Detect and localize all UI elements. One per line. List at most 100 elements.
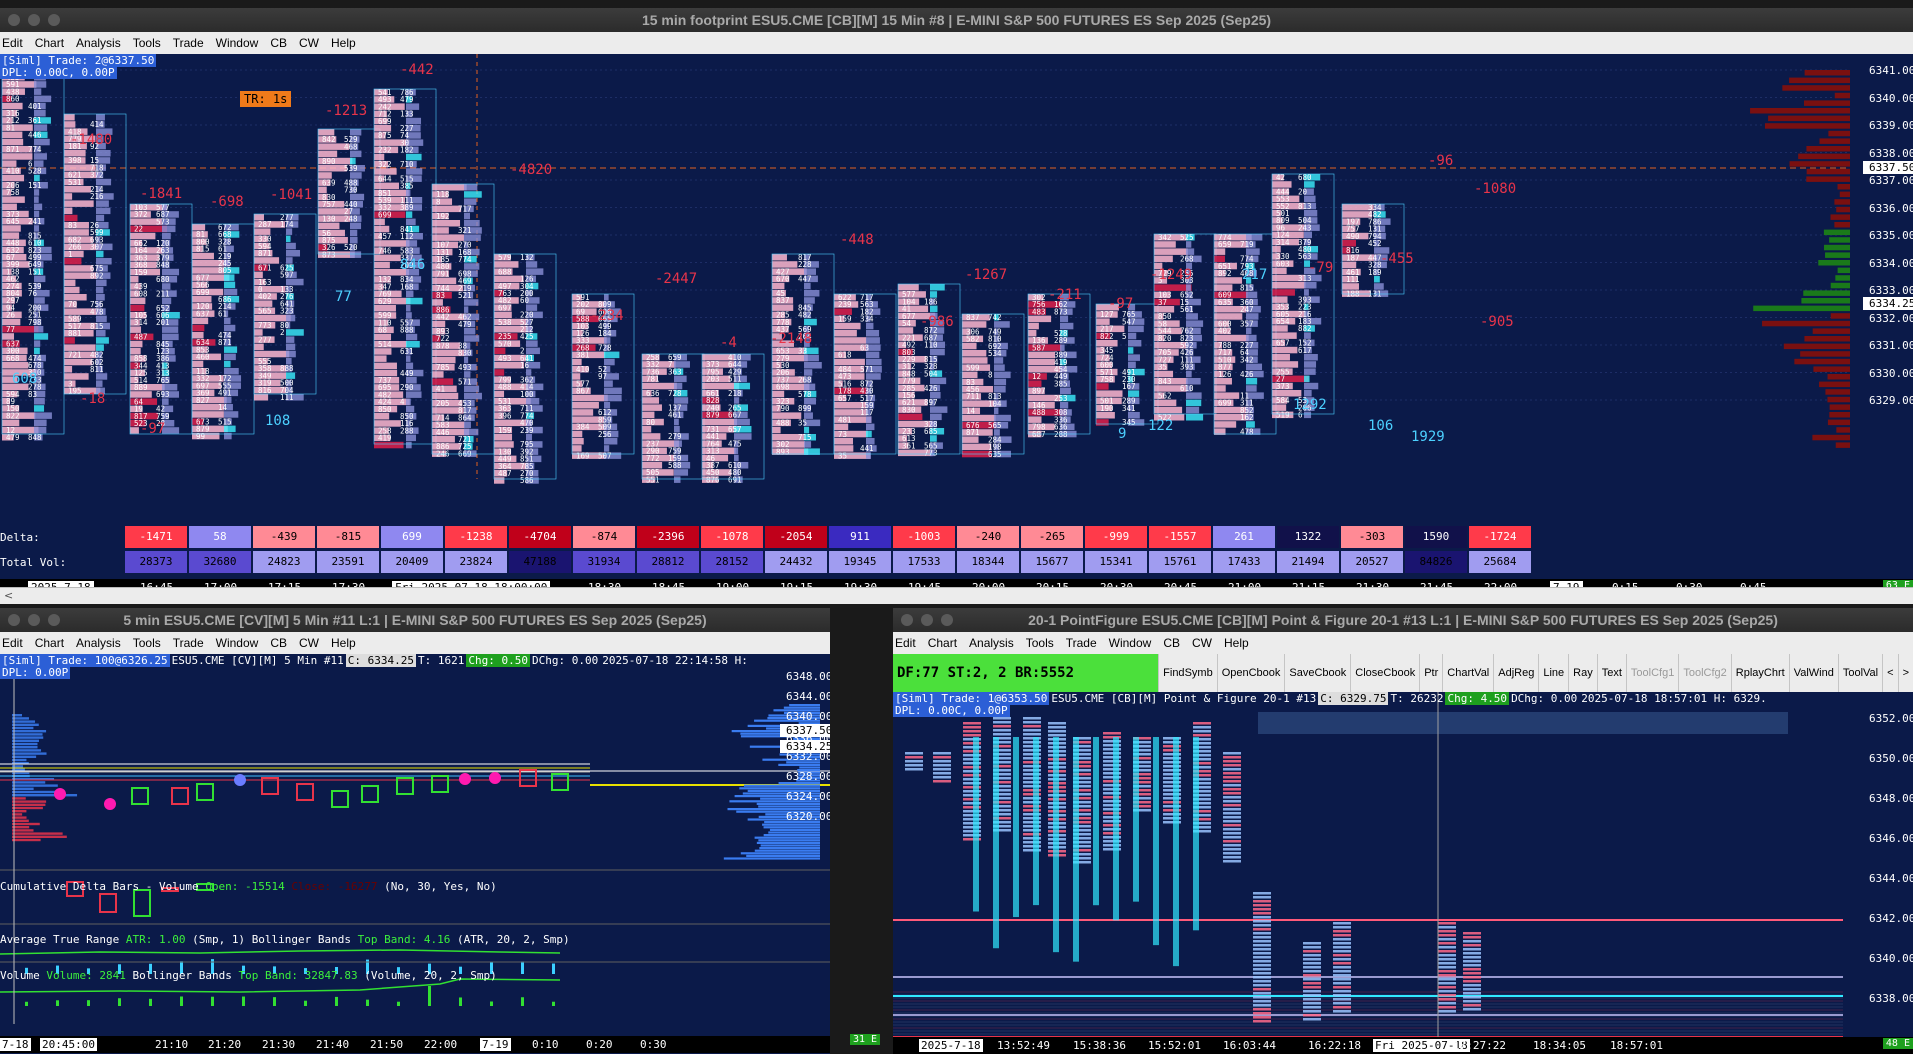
change-value: Chg: 0.50	[466, 654, 530, 667]
right-profile-bar	[769, 828, 820, 831]
svg-text:688: 688	[498, 267, 512, 276]
footprint-chart[interactable]: 4555914388604013162123618144687177464105…	[0, 54, 1913, 604]
volume-bar	[459, 997, 462, 1006]
volume-profile-bar	[1794, 358, 1850, 365]
toolbar-button-line[interactable]: Line	[1538, 654, 1568, 692]
menu-item-chart[interactable]: Chart	[35, 32, 64, 54]
menu-item-help[interactable]: Help	[331, 32, 356, 54]
menu-item-trade[interactable]: Trade	[1066, 632, 1097, 654]
menu-item-window[interactable]: Window	[216, 632, 259, 654]
toolbar-button-closecbook[interactable]: Close Cbook	[1350, 654, 1419, 692]
svg-text:241: 241	[28, 217, 42, 226]
window-controls[interactable]	[8, 614, 60, 626]
volume-profile-bar	[1828, 130, 1850, 137]
bar-delta-label: -2148	[770, 331, 813, 347]
volume-bar	[118, 998, 121, 1006]
menu-item-trade[interactable]: Trade	[173, 632, 204, 654]
svg-text:441: 441	[860, 444, 874, 453]
svg-text:216: 216	[90, 192, 104, 201]
svg-text:401: 401	[28, 102, 42, 111]
volume-cell: 25684	[1469, 551, 1531, 573]
menu-item-tools[interactable]: Tools	[133, 632, 161, 654]
svg-text:80: 80	[646, 418, 656, 427]
pf-box	[973, 737, 979, 912]
window-controls[interactable]	[8, 14, 60, 26]
menu-item-trade[interactable]: Trade	[173, 32, 204, 54]
point-figure-svg	[893, 692, 1843, 1053]
svg-text:815: 815	[1240, 283, 1254, 292]
right-profile-bar	[799, 766, 820, 769]
time-tick: 17:27:22	[1453, 1039, 1506, 1052]
volume-profile-bar	[1806, 176, 1850, 182]
next-arrow-icon[interactable]: >	[1897, 654, 1913, 692]
menu-item-edit[interactable]: Edit	[2, 632, 23, 654]
left-profile-bar	[12, 749, 42, 752]
svg-text:54: 54	[902, 319, 912, 328]
menu-item-tools[interactable]: Tools	[133, 32, 161, 54]
delta-cell: -2396	[637, 526, 699, 548]
svg-text:830: 830	[458, 349, 472, 358]
price-label: 6330.00	[1869, 366, 1913, 380]
menu-item-edit[interactable]: Edit	[2, 32, 23, 54]
svg-text:42: 42	[1276, 173, 1285, 182]
toolbar-button-toolval[interactable]: Tool Val	[1837, 654, 1882, 692]
horizontal-scrollbar[interactable]: <	[0, 587, 1913, 604]
toolbar-button-savecbook[interactable]: Save Cbook	[1284, 654, 1350, 692]
toolbar-button-rplaychrt[interactable]: Rplay Chrt	[1730, 654, 1789, 692]
menu-item-analysis[interactable]: Analysis	[969, 632, 1014, 654]
menu-item-cb[interactable]: CB	[1163, 632, 1180, 654]
menu-item-edit[interactable]: Edit	[895, 632, 916, 654]
window-titlebar[interactable]: 15 min footprint ESU5.CME [CB][M] 15 Min…	[0, 8, 1913, 32]
svg-text:520: 520	[344, 243, 358, 252]
menu-item-chart[interactable]: Chart	[35, 632, 64, 654]
scroll-left-icon[interactable]: <	[4, 589, 13, 602]
toolbar-button-toolcfg1[interactable]: Tool Cfg1	[1625, 654, 1678, 692]
window-titlebar[interactable]: 5 min ESU5.CME [CV][M] 5 Min #11 L:1 | E…	[0, 608, 830, 632]
window-titlebar[interactable]: 20-1 PointFigure ESU5.CME [CB][M] Point …	[893, 608, 1913, 632]
pf-box	[1073, 737, 1079, 962]
prev-arrow-icon[interactable]: <	[1882, 654, 1897, 692]
menu-item-cw[interactable]: CW	[1192, 632, 1212, 654]
footprint-svg: 4555914388604013162123618144687177464105…	[0, 54, 1850, 485]
svg-text:268: 268	[798, 375, 812, 384]
toolbar-button-valwind[interactable]: Val Wind	[1788, 654, 1838, 692]
toolbar-button-chartval[interactable]: Chart Val	[1442, 654, 1493, 692]
menu-item-analysis[interactable]: Analysis	[76, 632, 121, 654]
toolbar-button-toolcfg2[interactable]: Tool Cfg2	[1678, 654, 1730, 692]
volume-profile-bar	[1806, 146, 1850, 152]
five-min-chart[interactable]: [Siml] Trade: 100@6326.25 ESU5.CME [CV][M…	[0, 654, 830, 1054]
toolbar-button-text[interactable]: Text	[1596, 654, 1626, 692]
menu-item-help[interactable]: Help	[331, 632, 356, 654]
menu-item-cw[interactable]: CW	[299, 32, 319, 54]
menu-item-cb[interactable]: CB	[270, 32, 287, 54]
svg-text:487: 487	[134, 333, 148, 342]
svg-text:341: 341	[1122, 404, 1136, 413]
footprint-bar: 277287 174330594871671 6255971630 133402 276…	[253, 213, 317, 402]
menu-item-cw[interactable]: CW	[299, 632, 319, 654]
menu-item-window[interactable]: Window	[216, 32, 259, 54]
svg-text:579: 579	[498, 253, 512, 262]
svg-text:490: 490	[1346, 232, 1360, 241]
toolbar-button-opencbook[interactable]: Open Cbook	[1216, 654, 1285, 692]
time-axis[interactable]: 2025-7-18 13:52:49 15:38:36 15:52:01 16:03:4…	[893, 1037, 1913, 1054]
svg-text:699: 699	[378, 117, 392, 126]
svg-text:561: 561	[1180, 305, 1194, 314]
svg-text:608: 608	[134, 289, 148, 298]
window-controls[interactable]	[901, 614, 953, 626]
toolbar-button-ray[interactable]: Ray	[1568, 654, 1597, 692]
volume-bar	[180, 996, 183, 1006]
svg-text:151: 151	[28, 267, 42, 276]
menu-item-window[interactable]: Window	[1109, 632, 1152, 654]
menu-item-cb[interactable]: CB	[270, 632, 287, 654]
toolbar-button-ptr[interactable]: Ptr	[1419, 654, 1442, 692]
toolbar-button-adjreg[interactable]: Adj Reg	[1493, 654, 1538, 692]
svg-text:228: 228	[798, 260, 812, 269]
time-axis[interactable]: 7-18 20:45:00 21:10 21:20 21:30 21:40 21:50 22:…	[0, 1036, 830, 1053]
menu-item-chart[interactable]: Chart	[928, 632, 957, 654]
menu-item-help[interactable]: Help	[1224, 632, 1249, 654]
menu-item-analysis[interactable]: Analysis	[76, 32, 121, 54]
toolbar-button-findsymb[interactable]: Find Symb	[1158, 654, 1217, 692]
point-figure-chart[interactable]: [Siml] Trade: 1@6353.50 ESU5.CME [CB][M] …	[893, 692, 1913, 1054]
svg-text:511: 511	[728, 375, 742, 384]
menu-item-tools[interactable]: Tools	[1026, 632, 1054, 654]
